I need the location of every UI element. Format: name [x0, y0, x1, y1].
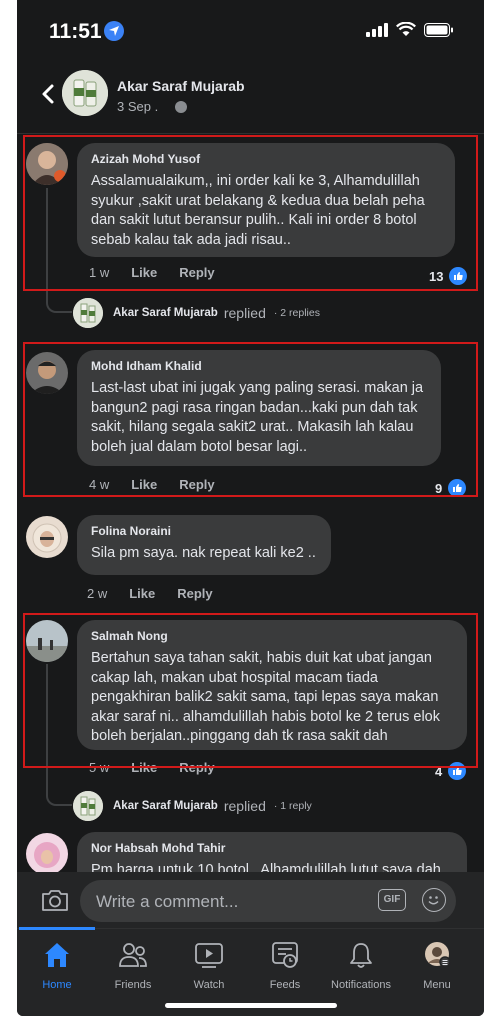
replied-label: replied — [223, 305, 266, 321]
tab-friends[interactable]: Friends — [95, 929, 171, 1001]
reply-button[interactable]: Reply — [177, 586, 212, 601]
comment-time: 2 w — [87, 586, 108, 601]
home-indicator[interactable] — [165, 1003, 337, 1008]
commenter-avatar[interactable] — [26, 516, 68, 558]
reply-avatar — [73, 298, 103, 328]
home-icon — [45, 943, 69, 967]
bell-icon — [350, 943, 372, 968]
highlight-box — [23, 135, 478, 291]
commenter-avatar[interactable] — [26, 833, 68, 875]
tab-label: Watch — [193, 979, 225, 991]
tab-label: Feeds — [269, 979, 301, 991]
cellular-signal-icon — [366, 22, 388, 37]
battery-icon — [424, 22, 453, 37]
status-time: 11:51 — [49, 20, 102, 43]
tab-menu[interactable]: Menu — [399, 929, 475, 1001]
highlight-box — [23, 613, 478, 768]
reply-count[interactable]: · 2 replies — [274, 307, 320, 319]
post-header: Akar Saraf Mujarab 3 Sep . — [17, 62, 484, 134]
comment-text: Sila pm saya. nak repeat kali ke2 .. — [91, 545, 316, 561]
watch-icon — [195, 943, 223, 968]
friends-icon — [119, 943, 147, 967]
comment-placeholder: Write a comment... — [96, 892, 239, 911]
comment-author[interactable]: Folina Noraini — [91, 524, 317, 538]
app-screen: 11:51 Akar Saraf Mujarab 3 Sep . Azizah … — [17, 0, 484, 1016]
feeds-icon — [272, 942, 298, 968]
post-date: 3 Sep . — [117, 99, 159, 114]
emoji-icon[interactable] — [422, 888, 446, 912]
reply-avatar — [73, 791, 103, 821]
highlight-box — [23, 342, 478, 497]
reply-author[interactable]: Akar Saraf Mujarab — [113, 800, 218, 812]
tab-label: Menu — [423, 979, 451, 991]
camera-icon[interactable] — [41, 888, 69, 912]
tab-notifications[interactable]: Notifications — [323, 929, 399, 1001]
tab-label: Home — [42, 979, 72, 991]
tab-home[interactable]: Home — [19, 927, 95, 1001]
bottom-tab-bar: Home Friends Watch Feeds Notifications M… — [17, 927, 484, 1016]
back-chevron-icon[interactable] — [39, 82, 59, 106]
like-button[interactable]: Like — [129, 586, 155, 601]
tab-label: Friends — [114, 979, 152, 991]
menu-avatar-icon — [425, 942, 451, 968]
tab-watch[interactable]: Watch — [171, 929, 247, 1001]
wifi-icon — [396, 22, 416, 36]
location-arrow-icon — [104, 21, 124, 41]
comment-author[interactable]: Nor Habsah Mohd Tahir — [91, 841, 453, 855]
comment-input[interactable]: Write a comment... GIF — [80, 880, 456, 922]
tab-feeds[interactable]: Feeds — [247, 929, 323, 1001]
replied-label: replied — [223, 798, 266, 814]
active-tab-indicator — [19, 927, 95, 930]
gif-button[interactable]: GIF — [378, 889, 406, 911]
globe-icon — [175, 101, 187, 113]
tab-label: Notifications — [331, 979, 391, 991]
replies-row[interactable]: Akar Saraf Mujarab replied · 2 replies — [73, 298, 320, 328]
comment-bubble[interactable]: Folina Noraini Sila pm saya. nak repeat … — [77, 515, 331, 575]
comment-actions: 2 w Like Reply — [87, 586, 235, 601]
comment-composer: Write a comment... GIF — [17, 872, 484, 928]
status-bar: 11:51 — [17, 0, 484, 58]
reply-author[interactable]: Akar Saraf Mujarab — [113, 307, 218, 319]
page-name[interactable]: Akar Saraf Mujarab — [117, 78, 245, 94]
page-avatar[interactable] — [62, 70, 108, 116]
reply-count[interactable]: · 1 reply — [274, 800, 312, 812]
replies-row[interactable]: Akar Saraf Mujarab replied · 1 reply — [73, 791, 312, 821]
